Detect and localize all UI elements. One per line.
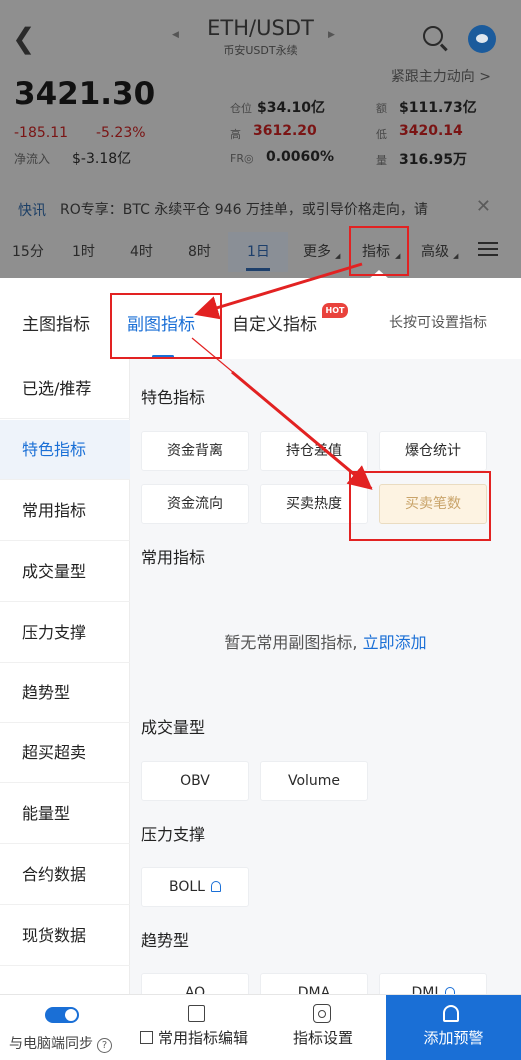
news-text[interactable]: RO专享：BTC 永续平仓 946 万挂单，或引导价格走向，请 bbox=[60, 199, 428, 219]
stat-label: 高 bbox=[230, 128, 241, 141]
news-ticker[interactable]: 快讯 RO专享：BTC 永续平仓 946 万挂单，或引导价格走向，请 ✕ bbox=[0, 188, 521, 226]
news-tag: 快讯 bbox=[18, 203, 46, 219]
section-title-featured: 特色指标 bbox=[141, 388, 206, 407]
indicator-ao[interactable]: AO bbox=[141, 973, 249, 994]
bell-icon bbox=[210, 881, 221, 892]
stat-label: 额 bbox=[376, 102, 387, 115]
nav-item-featured[interactable]: 特色指标 bbox=[0, 420, 130, 480]
category-nav: 已选/推荐 特色指标 常用指标 成交量型 压力支撑 趋势型 超买超卖 能量型 合… bbox=[0, 359, 130, 994]
inflow-value: $-3.18亿 bbox=[72, 151, 132, 167]
timeframe-1d[interactable]: 1日 bbox=[247, 241, 270, 261]
section-title-support: 压力支撑 bbox=[141, 825, 206, 844]
sync-text: 与电脑端同步 bbox=[9, 1036, 93, 1052]
price-change: -185.11 bbox=[14, 125, 69, 141]
advanced-button[interactable]: 高级 bbox=[421, 241, 449, 261]
stat-label: 仓位 bbox=[230, 102, 252, 115]
edit-common-indicators-button[interactable]: 常用指标编辑 bbox=[140, 1027, 248, 1048]
nav-item-spot[interactable]: 现货数据 bbox=[0, 906, 130, 966]
settings-icon[interactable] bbox=[313, 1004, 331, 1023]
section-title-common: 常用指标 bbox=[141, 548, 206, 567]
stat-label: 量 bbox=[376, 154, 387, 167]
timeframe-more[interactable]: 更多 bbox=[303, 241, 331, 261]
help-icon[interactable]: ? bbox=[97, 1038, 112, 1053]
tab-main-indicators[interactable]: 主图指标 bbox=[22, 310, 90, 335]
bottom-bar: 与电脑端同步? 常用指标编辑 指标设置 添加预警 bbox=[0, 994, 521, 1060]
annotation-box-trade-count bbox=[349, 471, 491, 541]
nav-item-energy[interactable]: 能量型 bbox=[0, 784, 130, 844]
indicator-dma[interactable]: DMA bbox=[260, 973, 368, 994]
tab-custom-indicators[interactable]: 自定义指标 bbox=[232, 310, 317, 335]
sync-toggle[interactable] bbox=[45, 1007, 79, 1023]
last-price: 3421.30 bbox=[14, 76, 156, 112]
edit-icon[interactable] bbox=[188, 1005, 205, 1022]
timeframe-8h[interactable]: 8时 bbox=[188, 241, 211, 261]
indicator-dmi[interactable]: DMI bbox=[379, 973, 487, 994]
add-now-link[interactable]: 立即添加 bbox=[363, 633, 427, 652]
nav-item-selected[interactable]: 已选/推荐 bbox=[0, 359, 130, 419]
stat-value: $34.10亿 bbox=[257, 100, 326, 116]
nav-item-trend[interactable]: 趋势型 bbox=[0, 663, 130, 723]
indicator-dmi-label: DMI bbox=[411, 985, 439, 994]
long-press-hint: 长按可设置指标 bbox=[389, 315, 487, 331]
hot-badge: HOT bbox=[322, 303, 348, 318]
caret-icon: ◢ bbox=[453, 252, 459, 260]
section-title-volume: 成交量型 bbox=[141, 718, 206, 737]
indicator-boll-label: BOLL bbox=[169, 879, 205, 895]
bell-icon bbox=[444, 987, 455, 994]
close-icon[interactable]: ✕ bbox=[476, 196, 491, 217]
search-icon[interactable] bbox=[423, 26, 443, 46]
indicator-fund-flow[interactable]: 资金流向 bbox=[141, 484, 249, 524]
chart-settings-icon[interactable] bbox=[478, 242, 498, 258]
stat-value: 3612.20 bbox=[253, 123, 317, 139]
nav-item-volume[interactable]: 成交量型 bbox=[0, 542, 130, 602]
edit-label: 常用指标编辑 bbox=[158, 1029, 249, 1047]
indicator-boll[interactable]: BOLL bbox=[141, 867, 249, 907]
stat-label: 低 bbox=[376, 128, 387, 141]
nav-item-contract[interactable]: 合约数据 bbox=[0, 845, 130, 905]
follow-smart-money-link[interactable]: 紧跟主力动向 > bbox=[391, 66, 491, 86]
stat-value: 316.95万 bbox=[399, 152, 468, 168]
stat-value: 3420.14 bbox=[399, 123, 463, 139]
bell-icon bbox=[443, 1005, 459, 1022]
nav-item-overbought[interactable]: 超买超卖 bbox=[0, 723, 130, 783]
nav-item-common[interactable]: 常用指标 bbox=[0, 481, 130, 541]
indicator-settings-button[interactable]: 指标设置 bbox=[293, 1027, 353, 1048]
indicator-volume[interactable]: Volume bbox=[260, 761, 368, 801]
add-alert-label: 添加预警 bbox=[423, 1029, 484, 1047]
dimmed-chart-header: ❮ ◀ ETH/USDT 币安USDT永续 ▶ 紧跟主力动向 > 3421.30… bbox=[0, 0, 521, 278]
indicator-fund-divergence[interactable]: 资金背离 bbox=[141, 431, 249, 471]
indicator-list: 特色指标 资金背离 持仓差值 爆仓统计 资金流向 买卖热度 买卖笔数 常用指标 … bbox=[130, 359, 521, 994]
stat-value: $111.73亿 bbox=[399, 100, 477, 116]
timeframe-1h[interactable]: 1时 bbox=[72, 241, 95, 261]
timeframe-4h[interactable]: 4时 bbox=[130, 241, 153, 261]
edit-small-icon bbox=[140, 1031, 153, 1044]
top-bar: ❮ ◀ ETH/USDT 币安USDT永续 ▶ bbox=[0, 0, 521, 70]
caret-icon: ◢ bbox=[335, 252, 341, 260]
indicator-oi-delta[interactable]: 持仓差值 bbox=[260, 431, 368, 471]
inflow-label: 净流入 bbox=[14, 152, 51, 166]
sync-label: 与电脑端同步? bbox=[9, 1033, 112, 1053]
price-change-pct: -5.23% bbox=[96, 125, 146, 141]
nav-item-support[interactable]: 压力支撑 bbox=[0, 603, 130, 663]
next-pair-icon[interactable]: ▶ bbox=[328, 30, 335, 40]
empty-text: 暂无常用副图指标, bbox=[224, 633, 358, 652]
indicator-liquidation-stats[interactable]: 爆仓统计 bbox=[379, 431, 487, 471]
timeframe-15m[interactable]: 15分 bbox=[12, 241, 44, 261]
annotation-box-indicator bbox=[349, 226, 409, 276]
avatar[interactable] bbox=[468, 25, 496, 53]
timeframe-underline bbox=[246, 268, 270, 271]
add-alert-button[interactable]: 添加预警 bbox=[386, 995, 521, 1060]
stat-label: FR◎ bbox=[230, 152, 254, 165]
stat-value: 0.0060% bbox=[266, 149, 335, 165]
empty-common-message: 暂无常用副图指标, 立即添加 bbox=[130, 629, 521, 653]
section-title-trend: 趋势型 bbox=[141, 931, 190, 950]
annotation-box-sub-tab bbox=[110, 293, 222, 359]
indicator-obv[interactable]: OBV bbox=[141, 761, 249, 801]
